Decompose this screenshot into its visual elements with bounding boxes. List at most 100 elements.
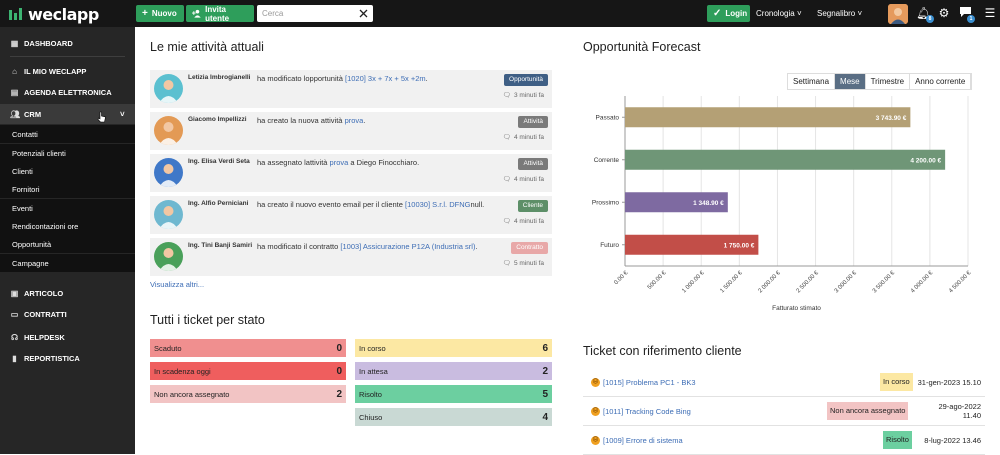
mouse-cursor-icon bbox=[97, 111, 106, 123]
activity-text: ha modificato il contratto [1003] Assicu… bbox=[257, 242, 497, 252]
activity-text-post: . bbox=[425, 74, 428, 83]
history-menu[interactable]: Cronologia ˅ bbox=[756, 9, 802, 18]
customer-tickets-title: Ticket con riferimento cliente bbox=[583, 344, 742, 358]
ticket-state-row[interactable]: In scadenza oggi 0 bbox=[150, 362, 346, 380]
comment-icon: 🗨︎ bbox=[502, 218, 511, 225]
sidebar-item-agenda[interactable]: ▤ AGENDA ELETTRONICA bbox=[0, 82, 135, 102]
ticket-state-row[interactable]: Risolto 5 bbox=[355, 385, 552, 403]
ticket-state-count: 2 bbox=[542, 365, 548, 377]
period-button[interactable]: Mese bbox=[835, 74, 866, 89]
activity-type-badge[interactable]: Contratto bbox=[511, 242, 548, 254]
activity-link[interactable]: prova bbox=[330, 158, 349, 167]
sidebar-subitem-fornitori[interactable]: Fornitori bbox=[0, 180, 135, 198]
chart-category-label: Prossimo bbox=[592, 199, 619, 206]
activity-type-badge[interactable]: Opportunità bbox=[504, 74, 548, 86]
chart-x-axis-title: Fatturato stimato bbox=[772, 305, 821, 312]
box-icon: ▣ bbox=[10, 288, 19, 298]
user-avatar[interactable] bbox=[888, 4, 908, 24]
ticket-state-label: Risolto bbox=[359, 389, 382, 399]
ticket-state-count: 0 bbox=[336, 342, 342, 354]
activity-type-badge[interactable]: Cliente bbox=[517, 200, 548, 212]
chart-bar[interactable] bbox=[625, 107, 911, 128]
activity-text: ha creato la nuova attività prova. bbox=[257, 116, 497, 126]
show-more-link[interactable]: Visualizza altri... bbox=[150, 280, 204, 289]
activity-text: ha assegnato lattività prova a Diego Fin… bbox=[257, 158, 497, 168]
customer-ticket-row[interactable]: ☹ [1015] Problema PC1 - BK3 In corso 31-gen… bbox=[583, 369, 985, 397]
login-button[interactable]: ✓ Login bbox=[707, 5, 750, 22]
customer-ticket-title[interactable]: [1011] Tracking Code Bing bbox=[603, 407, 691, 416]
ticket-state-row[interactable]: Non ancora assegnato 2 bbox=[150, 385, 346, 403]
customer-ticket-row[interactable]: ☹ [1009] Errore di sistema Risolto 8-lug-20… bbox=[583, 427, 985, 455]
activity-link[interactable]: [1020] 3x + 7x + 5x +2m bbox=[345, 74, 426, 83]
new-button[interactable]: + Nuovo bbox=[136, 5, 184, 22]
activity-type-badge[interactable]: Attività bbox=[518, 116, 548, 128]
sidebar-item-label: DASHBOARD bbox=[24, 38, 73, 48]
activity-time: 🗨︎ 5 minuti fa bbox=[503, 259, 544, 267]
sidebar-item-articolo[interactable]: ▣ ARTICOLO bbox=[0, 283, 135, 303]
activity-link[interactable]: [1003] Assicurazione P12A (Industria srl… bbox=[340, 242, 475, 251]
activity-text-pre: ha modificato il contratto bbox=[257, 242, 341, 251]
chart-bar-value-label: 1 348.90 € bbox=[693, 200, 724, 207]
sidebar: ▦ DASHBOARD ⌂ IL MIO WECLAPP ▤ AGENDA EL… bbox=[0, 27, 135, 454]
customer-ticket-title[interactable]: [1015] Problema PC1 - BK3 bbox=[603, 378, 696, 387]
sidebar-item-contratti[interactable]: ▭ CONTRATTI bbox=[0, 304, 135, 324]
ticket-state-row[interactable]: In attesa 2 bbox=[355, 362, 552, 380]
activity-text: ha creato il nuovo evento email per il c… bbox=[257, 200, 497, 210]
search-input[interactable]: Cerca bbox=[257, 5, 373, 22]
chevron-down-icon: ˅ bbox=[120, 109, 125, 119]
activity-item[interactable]: Ing. Tini Banji Samiri ha modificato il c… bbox=[150, 238, 552, 276]
sidebar-subitem-label: Clienti bbox=[12, 166, 33, 176]
sidebar-item-crm[interactable]: 👥︎ CRM ˅ bbox=[0, 104, 135, 124]
sidebar-item-reportistica[interactable]: ▮ REPORTISTICA bbox=[0, 348, 135, 368]
bookmark-menu[interactable]: Segnalibro ˅ bbox=[817, 9, 862, 18]
customer-ticket-row[interactable]: ☹ [1011] Tracking Code Bing Non ancora ass… bbox=[583, 398, 985, 426]
period-button[interactable]: Settimana bbox=[788, 74, 836, 89]
grid-icon: ▦ bbox=[10, 38, 19, 48]
chart-category-label: Passato bbox=[596, 114, 620, 121]
sidebar-subitem-contatti[interactable]: Contatti bbox=[0, 125, 135, 143]
sidebar-subitem-label: Opportunità bbox=[12, 239, 52, 249]
sidebar-subitem-potenziali-clienti[interactable]: Potenziali clienti bbox=[0, 144, 135, 162]
ticket-state-row[interactable]: Scaduto 0 bbox=[150, 339, 346, 357]
check-icon: ✓ bbox=[713, 8, 722, 19]
gear-icon[interactable]: ⚙ bbox=[937, 6, 951, 20]
sidebar-subitem-campagne[interactable]: Campagne bbox=[0, 254, 135, 272]
activity-item[interactable]: Ing. Alfio Perniciani ha creato il nuovo … bbox=[150, 196, 552, 234]
menu-icon[interactable]: ☰ bbox=[983, 6, 997, 20]
ticket-state-row[interactable]: Chiuso 4 bbox=[355, 408, 552, 426]
close-icon[interactable] bbox=[359, 9, 368, 18]
forecast-title: Opportunità Forecast bbox=[583, 40, 701, 54]
sidebar-item-label: AGENDA ELETTRONICA bbox=[24, 87, 112, 97]
customer-ticket-status: In corso bbox=[880, 373, 913, 391]
sidebar-subitem-clienti[interactable]: Clienti bbox=[0, 162, 135, 180]
sidebar-item-my-weclapp[interactable]: ⌂ IL MIO WECLAPP bbox=[0, 61, 135, 81]
sidebar-item-helpdesk[interactable]: ☊ HELPDESK bbox=[0, 327, 135, 347]
sidebar-item-dashboard[interactable]: ▦ DASHBOARD bbox=[0, 33, 135, 53]
period-button[interactable]: Trimestre bbox=[866, 74, 911, 89]
weclapp-logo[interactable]: weclapp bbox=[9, 5, 99, 24]
sidebar-subitem-eventi[interactable]: Eventi bbox=[0, 199, 135, 217]
customer-ticket-status: Non ancora assegnato bbox=[827, 402, 909, 420]
sidebar-subitem-rendicontazioni-ore[interactable]: Rendicontazioni ore bbox=[0, 217, 135, 235]
activity-link[interactable]: [10030] S.r.l. DFNG bbox=[405, 200, 470, 209]
ticket-state-row[interactable]: In corso 6 bbox=[355, 339, 552, 357]
period-button[interactable]: Anno corrente bbox=[910, 74, 972, 89]
customer-ticket-date-line2: 11.40 bbox=[962, 411, 981, 420]
chevron-down-icon: ˅ bbox=[857, 9, 863, 18]
activity-time-label: 3 minuti fa bbox=[514, 92, 544, 99]
invite-user-button[interactable]: Invita utente bbox=[186, 5, 254, 23]
sidebar-subitem-label: Campagne bbox=[12, 258, 49, 268]
customer-ticket-title[interactable]: [1009] Errore di sistema bbox=[603, 436, 683, 445]
weclapp-logo-icon bbox=[9, 7, 22, 20]
ticket-state-count: 0 bbox=[336, 365, 342, 377]
activity-type-badge[interactable]: Attività bbox=[518, 158, 548, 170]
activity-link[interactable]: prova bbox=[345, 116, 364, 125]
new-button-label: Nuovo bbox=[151, 9, 177, 18]
activity-item[interactable]: Ing. Elisa Verdi Seta ha assegnato lattiv… bbox=[150, 154, 552, 192]
activity-avatar bbox=[154, 242, 183, 271]
activity-item[interactable]: Giacomo Impellizzi ha creato la nuova att… bbox=[150, 112, 552, 150]
activity-item[interactable]: Letizia Imbrogianelli ha modificato loppo… bbox=[150, 70, 552, 108]
sidebar-subitem-opportunita[interactable]: Opportunità bbox=[0, 235, 135, 253]
chart-bar[interactable] bbox=[625, 149, 946, 170]
ticket-state-count: 2 bbox=[336, 388, 342, 400]
